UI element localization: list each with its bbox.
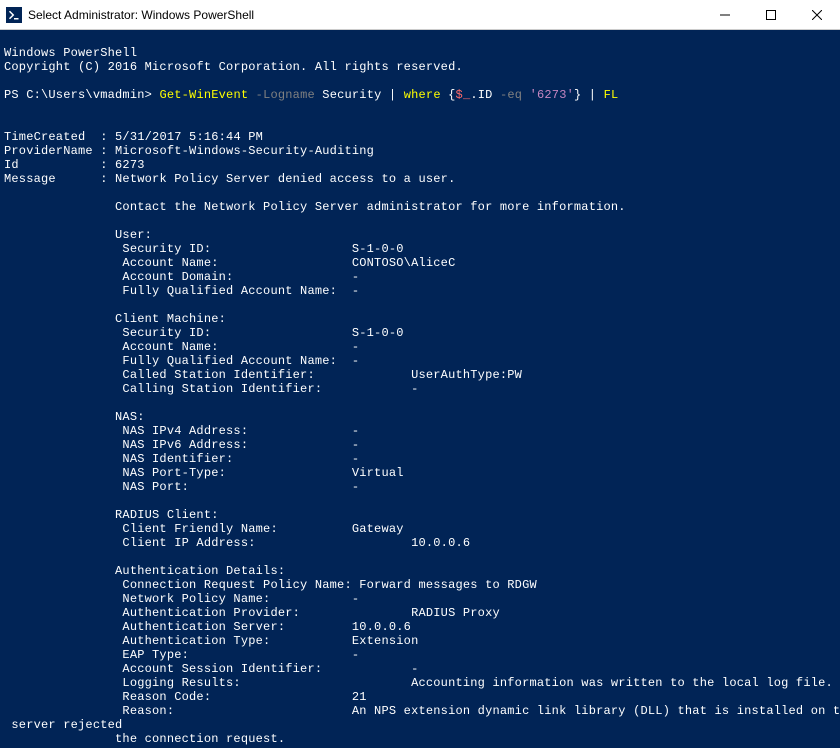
field-label: Id : [4,158,115,172]
prompt-path: PS C:\Users\vmadmin> [4,88,159,102]
detail-line: NAS IPv4 Address: - [4,424,359,438]
detail-line: NAS Port-Type: Virtual [4,466,404,480]
detail-line: Connection Request Policy Name: Forward … [4,578,537,592]
detail-line: Called Station Identifier: UserAuthType:… [4,368,522,382]
arg: Security | [315,88,404,102]
block-close: } | [574,88,604,102]
detail-line: NAS Port: - [4,480,359,494]
detail-line: NAS Identifier: - [4,452,359,466]
flag: -Logname [248,88,315,102]
field-value: 5/31/2017 5:16:44 PM [115,130,263,144]
detail-line: the connection request. [4,732,285,746]
field-value: Microsoft-Windows-Security-Auditing [115,144,374,158]
operator: -eq [500,88,522,102]
detail-line: Account Session Identifier: - [4,662,418,676]
detail-line: Fully Qualified Account Name: - [4,354,359,368]
section-header: Client Machine: [4,312,226,326]
block-open: { [441,88,456,102]
copyright-line: Copyright (C) 2016 Microsoft Corporation… [4,60,463,74]
detail-line: Authentication Server: 10.0.0.6 [4,620,411,634]
field-value: 6273 [115,158,145,172]
field-value: Network Policy Server denied access to a… [115,172,455,186]
close-button[interactable] [794,0,840,30]
window-titlebar: Select Administrator: Windows PowerShell [0,0,840,30]
property: .ID [470,88,500,102]
string-literal: '6273' [522,88,574,102]
detail-line: Security ID: S-1-0-0 [4,326,404,340]
variable: $_ [456,88,471,102]
cmdlet-fl: FL [604,88,619,102]
powershell-icon [6,7,22,23]
detail-line: Authentication Provider: RADIUS Proxy [4,606,500,620]
detail-line: server rejected [4,718,122,732]
field-label: Message : [4,172,115,186]
detail-line: Reason Code: 21 [4,690,367,704]
section-header: User: [4,228,152,242]
detail-line: Client IP Address: 10.0.0.6 [4,536,470,550]
detail-line: Network Policy Name: - [4,592,359,606]
cmdlet-where: where [404,88,441,102]
detail-line: EAP Type: - [4,648,359,662]
detail-line: Calling Station Identifier: - [4,382,418,396]
maximize-button[interactable] [748,0,794,30]
cmdlet-name: Get-WinEvent [159,88,248,102]
detail-line: Fully Qualified Account Name: - [4,284,359,298]
section-header: Authentication Details: [4,564,285,578]
window-controls [702,0,840,29]
detail-line: Account Name: CONTOSO\AliceC [4,256,455,270]
detail-line: Authentication Type: Extension [4,634,418,648]
detail-line: Security ID: S-1-0-0 [4,242,404,256]
detail-line: Account Name: - [4,340,359,354]
header-line: Windows PowerShell [4,46,137,60]
section-header: NAS: [4,410,145,424]
detail-line: Client Friendly Name: Gateway [4,522,404,536]
field-label: TimeCreated : [4,130,115,144]
detail-line: NAS IPv6 Address: - [4,438,359,452]
field-label: ProviderName : [4,144,115,158]
minimize-button[interactable] [702,0,748,30]
detail-line: Reason: An NPS extension dynamic link li… [4,704,840,718]
terminal-output[interactable]: Windows PowerShell Copyright (C) 2016 Mi… [0,30,840,748]
detail-line: Account Domain: - [4,270,359,284]
message-line: Contact the Network Policy Server admini… [4,200,626,214]
section-header: RADIUS Client: [4,508,219,522]
detail-line: Logging Results: Accounting information … [4,676,833,690]
window-title: Select Administrator: Windows PowerShell [28,8,702,22]
